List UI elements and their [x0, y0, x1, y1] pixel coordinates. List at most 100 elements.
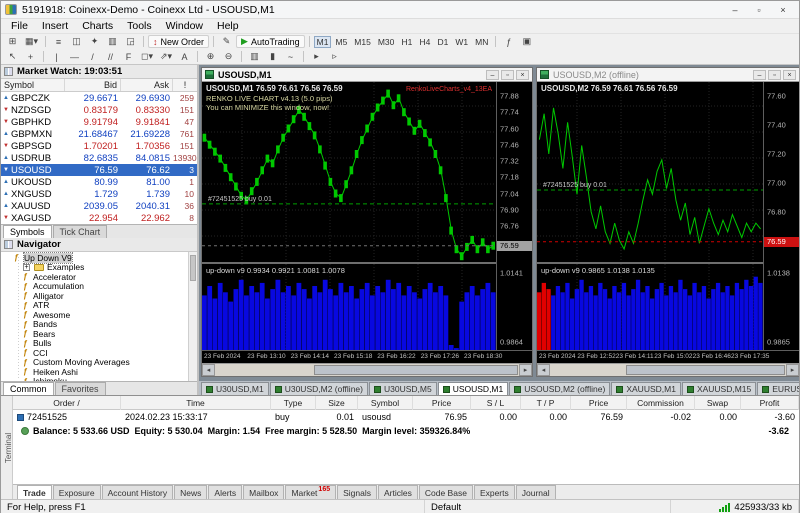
terminal-column-type[interactable]: Type: [271, 396, 316, 410]
toolbar-line-chart-button[interactable]: ~: [282, 50, 299, 63]
chart-tab-u30usd-m2-offline[interactable]: U30USD,M2 (offline): [270, 382, 368, 395]
toolbar-metaeditor-button[interactable]: ✎: [218, 35, 235, 48]
minimize-button[interactable]: –: [723, 2, 747, 18]
chart-plot-area[interactable]: #72451525 buy 0.01USOUSD,M1 76.59 76.61 …: [202, 82, 532, 350]
menu-file[interactable]: File: [4, 20, 35, 32]
maximize-button[interactable]: ▫: [747, 2, 771, 18]
market-watch-row-gbphkd[interactable]: ▼GBPHKD9.917949.9184147: [1, 116, 197, 128]
toolbar-zoom-in-button[interactable]: ⊕: [202, 50, 219, 63]
column-header-spread[interactable]: !: [173, 79, 197, 91]
terminal-tab-mailbox[interactable]: Mailbox: [243, 485, 284, 499]
timeframe-m15-button[interactable]: M15: [351, 36, 374, 48]
chart-title-bar[interactable]: USOUSD,M2 (offline)–▫×: [537, 68, 799, 82]
toolbar-equidistant-channel-button[interactable]: //: [102, 50, 119, 63]
terminal-tab-journal[interactable]: Journal: [516, 485, 556, 499]
terminal-tab-market[interactable]: Market165: [285, 485, 336, 499]
toolbar-fibonacci-retracement-button[interactable]: F: [120, 50, 137, 63]
toolbar-indicators-button[interactable]: ƒ: [500, 35, 517, 48]
chart-tab-u30usd-m5[interactable]: U30USD,M5: [369, 382, 437, 395]
terminal-side-tab[interactable]: Terminal: [1, 396, 13, 499]
toolbar-trendline-button[interactable]: /: [84, 50, 101, 63]
navigator-item-bands[interactable]: ƒBands: [1, 320, 197, 330]
scroll-right-arrow[interactable]: ▸: [519, 364, 532, 376]
terminal-tab-code-base[interactable]: Code Base: [419, 485, 473, 499]
toolbar-bar-chart-button[interactable]: ▥: [246, 50, 263, 63]
terminal-tab-news[interactable]: News: [174, 485, 207, 499]
navigator-tab-favorites[interactable]: Favorites: [55, 382, 106, 395]
terminal-column-size[interactable]: Size: [316, 396, 358, 410]
navigator-item-ichimoku[interactable]: ƒIchimoku: [1, 377, 197, 382]
terminal-tab-trade[interactable]: Trade: [17, 485, 52, 499]
navigator-item-accelerator[interactable]: ƒAccelerator: [1, 272, 197, 282]
market-watch-row-xauusd[interactable]: ▲XAUUSD2039.052040.3136: [1, 200, 197, 212]
toolbar-market-watch-toggle-button[interactable]: ≡: [50, 35, 67, 48]
terminal-column-symbol[interactable]: Symbol: [358, 396, 413, 410]
toolbar-autotrading-button[interactable]: ▶AutoTrading: [236, 35, 305, 48]
terminal-column-swap[interactable]: Swap: [695, 396, 741, 410]
timeframe-m1-button[interactable]: M1: [314, 36, 332, 48]
terminal-column-profit[interactable]: Profit: [741, 396, 799, 410]
chart-tab-u30usd-m1[interactable]: U30USD,M1: [201, 382, 269, 395]
market-watch-row-ukousd[interactable]: ▲UKOUSD80.9981.001: [1, 176, 197, 188]
close-button[interactable]: ×: [771, 2, 795, 18]
toolbar-cursor-button[interactable]: ↖: [4, 50, 21, 63]
navigator-item-examples[interactable]: +Examples: [1, 263, 197, 273]
chart-plot-area[interactable]: #72451525 buy 0.01USOUSD,M2 76.59 76.61 …: [537, 82, 799, 350]
chart-title-bar[interactable]: USOUSD,M1–▫×: [202, 68, 532, 82]
terminal-tab-experts[interactable]: Experts: [474, 485, 515, 499]
market-watch-tab-tick-chart[interactable]: Tick Chart: [53, 225, 108, 238]
toolbar-terminal-toggle-button[interactable]: ▥: [104, 35, 121, 48]
order-row-72451525[interactable]: 724515252024.02.23 15:33:17buy0.01usousd…: [13, 410, 799, 424]
navigator-item-cci[interactable]: ƒCCI: [1, 348, 197, 358]
chart-tab-eurusd-m1[interactable]: EURUSD,M1: [757, 382, 799, 395]
chart-minimize-button[interactable]: –: [753, 70, 766, 80]
toolbar-chart-shift-button[interactable]: ▹: [326, 50, 343, 63]
terminal-column-s-l[interactable]: S / L: [471, 396, 521, 410]
toolbar-data-window-toggle-button[interactable]: ◫: [68, 35, 85, 48]
column-header-ask[interactable]: Ask: [121, 79, 173, 91]
scrollbar-thumb[interactable]: [626, 365, 785, 375]
terminal-tab-account-history[interactable]: Account History: [102, 485, 174, 499]
timeframe-h4-button[interactable]: H4: [416, 36, 433, 48]
chart-window-usousd-m2-offline[interactable]: USOUSD,M2 (offline)–▫×#72451525 buy 0.01…: [536, 67, 799, 377]
scrollbar-thumb[interactable]: [190, 255, 196, 281]
chart-close-button[interactable]: ×: [783, 70, 796, 80]
toolbar-vertical-line-button[interactable]: |: [48, 50, 65, 63]
time-axis[interactable]: 23 Feb 202423 Feb 13:1023 Feb 14:1423 Fe…: [202, 350, 532, 363]
toolbar-new-order-button[interactable]: ↕New Order: [148, 35, 209, 48]
titlebar[interactable]: 5191918: Coinexx-Demo - Coinexx Ltd - US…: [1, 1, 799, 19]
timeframe-m30-button[interactable]: M30: [375, 36, 398, 48]
terminal-column-t-p[interactable]: T / P: [521, 396, 571, 410]
market-watch-row-usdrub[interactable]: ▲USDRUB82.683584.081513930: [1, 152, 197, 164]
timeframe-d1-button[interactable]: D1: [434, 36, 451, 48]
navigator-item-up-down-v9[interactable]: ƒUp Down V9: [1, 253, 197, 263]
scroll-left-arrow[interactable]: ◂: [202, 364, 215, 376]
timeframe-w1-button[interactable]: W1: [452, 36, 471, 48]
timeframe-h1-button[interactable]: H1: [398, 36, 415, 48]
terminal-column-price[interactable]: Price: [571, 396, 627, 410]
chart-tab-xauusd-m15[interactable]: XAUUSD,M15: [682, 382, 756, 395]
market-watch-row-usousd[interactable]: ▼USOUSD76.5976.623: [1, 164, 197, 176]
status-profile[interactable]: Default: [425, 500, 671, 513]
timeframe-mn-button[interactable]: MN: [472, 36, 491, 48]
terminal-column-price[interactable]: Price: [413, 396, 471, 410]
toolbar-horizontal-line-button[interactable]: —: [66, 50, 83, 63]
market-watch-row-gbpsgd[interactable]: ▼GBPSGD1.702011.70356151: [1, 140, 197, 152]
toolbar-navigator-toggle-button[interactable]: ✦: [86, 35, 103, 48]
scroll-left-arrow[interactable]: ◂: [537, 364, 550, 376]
chart-scrollbar[interactable]: ◂▸: [202, 363, 532, 376]
terminal-tab-exposure[interactable]: Exposure: [53, 485, 101, 499]
menu-window[interactable]: Window: [159, 20, 210, 32]
toolbar-crosshair-button[interactable]: +: [22, 50, 39, 63]
chart-scrollbar[interactable]: ◂▸: [537, 363, 799, 376]
price-axis[interactable]: 77.8877.7477.6077.4677.3277.1877.0476.90…: [496, 82, 532, 350]
price-axis[interactable]: 77.6077.4077.2077.0076.8076.591.01380.98…: [763, 82, 799, 350]
market-watch-row-gbpmxn[interactable]: ▲GBPMXN21.6846721.69228761: [1, 128, 197, 140]
scroll-right-arrow[interactable]: ▸: [786, 364, 799, 376]
expand-icon[interactable]: +: [23, 264, 30, 271]
toolbar-profiles-button[interactable]: ▦▾: [22, 35, 41, 48]
chart-restore-button[interactable]: ▫: [768, 70, 781, 80]
chart-tab-usousd-m1[interactable]: USOUSD,M1: [438, 382, 509, 395]
navigator-item-atr[interactable]: ƒATR: [1, 301, 197, 311]
navigator-item-alligator[interactable]: ƒAlligator: [1, 291, 197, 301]
